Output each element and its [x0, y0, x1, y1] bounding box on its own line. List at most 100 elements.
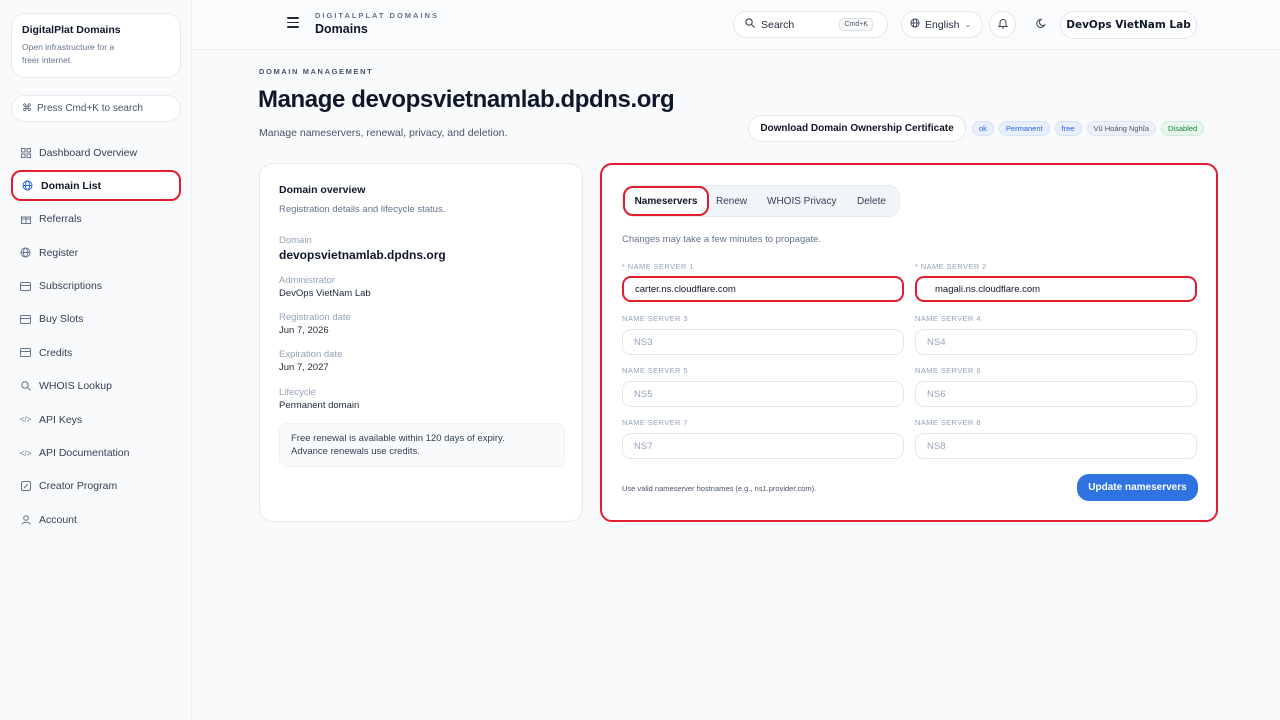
- management-panel: Nameservers Renew WHOIS Privacy Delete C…: [600, 163, 1218, 522]
- page-kicker: DOMAIN MANAGEMENT: [259, 67, 374, 76]
- sidebar-item-label: API Keys: [39, 413, 83, 426]
- command-key-icon: ⌘: [22, 103, 32, 114]
- update-nameservers-button[interactable]: Update nameservers: [1077, 474, 1198, 501]
- topbar-kicker: DIGITALPLAT DOMAINS: [315, 11, 439, 20]
- domain-overview-card: Domain overview Registration details and…: [259, 163, 583, 522]
- gift-icon: [20, 214, 31, 225]
- renewal-note-line: Free renewal is available within 120 day…: [291, 433, 505, 444]
- nameserver-1-label: * NAME SERVER 1: [622, 262, 694, 271]
- brand-subtitle: Open infrastructure for a freer internet: [22, 42, 115, 65]
- brand-card[interactable]: DigitalPlat Domains Open infrastructure …: [11, 13, 181, 78]
- menu-icon[interactable]: [287, 17, 299, 29]
- command-search[interactable]: ⌘ Press Cmd+K to search: [11, 95, 181, 122]
- download-certificate-button[interactable]: Download Domain Ownership Certificate: [748, 115, 966, 142]
- grid-icon: [20, 147, 31, 158]
- expiration-date-value: Jun 7, 2027: [279, 362, 329, 373]
- sidebar-item-subscriptions[interactable]: Subscriptions: [11, 271, 181, 302]
- tab-nameservers[interactable]: Nameservers: [623, 186, 709, 216]
- sidebar-item-label: Subscriptions: [39, 280, 103, 293]
- language-select[interactable]: English ⌄: [901, 11, 983, 38]
- nameserver-hint: Use valid nameserver hostnames (e.g., ns…: [622, 484, 817, 493]
- nameserver-6-label: NAME SERVER 6: [915, 366, 981, 375]
- moon-icon: [1035, 18, 1047, 32]
- sidebar: DigitalPlat Domains Open infrastructure …: [0, 0, 192, 720]
- sidebar-item-label: Buy Slots: [39, 313, 84, 326]
- owner-badge: Vũ Hoàng Nghĩa: [1086, 121, 1157, 136]
- brand-title: DigitalPlat Domains: [22, 24, 121, 36]
- status-badge: free: [1054, 121, 1082, 136]
- sidebar-item-api-documentation[interactable]: </> API Documentation: [11, 438, 181, 469]
- search-label: Search: [761, 18, 795, 31]
- sidebar-item-label: Domain List: [41, 179, 102, 192]
- sidebar-item-credits[interactable]: Credits: [11, 337, 181, 368]
- sidebar-item-dashboard-overview[interactable]: Dashboard Overview: [11, 137, 181, 168]
- card-icon: [20, 281, 31, 292]
- topbar: DIGITALPLAT DOMAINS Domains Search Cmd+K…: [192, 0, 1280, 50]
- domain-label: Domain: [279, 235, 312, 246]
- sidebar-item-label: Account: [39, 513, 77, 526]
- nameserver-2-input[interactable]: magali.ns.cloudflare.com: [915, 276, 1197, 302]
- search-icon: [20, 381, 31, 392]
- language-label: English: [925, 18, 960, 31]
- sidebar-item-label: Dashboard Overview: [39, 146, 138, 159]
- sidebar-item-label: Credits: [39, 346, 73, 359]
- code-icon: </>: [19, 415, 32, 425]
- nameserver-3-label: NAME SERVER 3: [622, 314, 688, 323]
- management-tabs: Nameservers Renew WHOIS Privacy Delete: [622, 185, 900, 217]
- status-badges: ok Permanent free Vũ Hoàng Nghĩa Disable…: [972, 121, 1205, 136]
- globe-icon: [910, 18, 920, 31]
- sidebar-item-domain-list[interactable]: Domain List: [11, 170, 181, 202]
- tab-delete[interactable]: Delete: [857, 189, 886, 213]
- search-input[interactable]: Search Cmd+K: [733, 11, 888, 38]
- card-icon: [20, 347, 31, 358]
- sidebar-item-account[interactable]: Account: [11, 504, 181, 535]
- search-shortcut: Cmd+K: [839, 18, 873, 31]
- lifecycle-value: Permanent domain: [279, 400, 360, 411]
- sidebar-item-label: WHOIS Lookup: [39, 380, 112, 393]
- sidebar-item-label: Register: [39, 246, 79, 259]
- nameserver-1-input[interactable]: carter.ns.cloudflare.com: [622, 276, 904, 302]
- administrator-label: Administrator: [279, 275, 335, 286]
- domain-value: devopsvietnamlab.dpdns.org: [279, 248, 446, 262]
- sidebar-nav: Dashboard Overview Domain List Referrals…: [11, 137, 181, 538]
- sidebar-item-label: Referrals: [39, 213, 82, 226]
- nameserver-6-input[interactable]: NS6: [915, 381, 1197, 407]
- status-badge: ok: [972, 121, 994, 136]
- overview-title: Domain overview: [279, 184, 366, 196]
- sidebar-item-referrals[interactable]: Referrals: [11, 204, 181, 235]
- nameserver-3-input[interactable]: NS3: [622, 329, 904, 355]
- nameserver-4-input[interactable]: NS4: [915, 329, 1197, 355]
- registration-date-value: Jun 7, 2026: [279, 325, 329, 336]
- chevron-down-icon: ⌄: [964, 20, 972, 29]
- propagation-note: Changes may take a few minutes to propag…: [622, 234, 822, 245]
- registration-date-label: Registration date: [279, 312, 351, 323]
- edit-icon: [20, 481, 31, 492]
- renewal-note: Free renewal is available within 120 day…: [279, 423, 565, 467]
- code-icon: </>: [19, 448, 32, 458]
- user-icon: [20, 514, 31, 525]
- tab-renew[interactable]: Renew: [716, 189, 747, 213]
- tab-whois-privacy[interactable]: WHOIS Privacy: [767, 189, 836, 213]
- globe-icon: [20, 247, 31, 258]
- overview-subtitle: Registration details and lifecycle statu…: [279, 204, 446, 215]
- search-icon: [745, 18, 755, 31]
- nameserver-7-input[interactable]: NS7: [622, 433, 904, 459]
- sidebar-item-buy-slots[interactable]: Buy Slots: [11, 304, 181, 335]
- sidebar-item-label: Creator Program: [39, 480, 118, 493]
- nameserver-8-label: NAME SERVER 8: [915, 418, 981, 427]
- expiration-date-label: Expiration date: [279, 349, 343, 360]
- sidebar-item-api-keys[interactable]: </> API Keys: [11, 404, 181, 435]
- notifications-button[interactable]: [989, 11, 1016, 38]
- user-menu-button[interactable]: DevOps VietNam Lab: [1060, 11, 1197, 39]
- status-badge: Disabled: [1161, 121, 1205, 136]
- nameserver-8-input[interactable]: NS8: [915, 433, 1197, 459]
- bell-icon: [997, 18, 1008, 32]
- nameserver-7-label: NAME SERVER 7: [622, 418, 688, 427]
- sidebar-item-creator-program[interactable]: Creator Program: [11, 471, 181, 502]
- topbar-title: Domains: [315, 22, 368, 36]
- sidebar-item-whois-lookup[interactable]: WHOIS Lookup: [11, 371, 181, 402]
- sidebar-item-register[interactable]: Register: [11, 237, 181, 268]
- administrator-value: DevOps VietNam Lab: [279, 288, 371, 299]
- nameserver-5-input[interactable]: NS5: [622, 381, 904, 407]
- theme-toggle-button[interactable]: [1030, 11, 1052, 38]
